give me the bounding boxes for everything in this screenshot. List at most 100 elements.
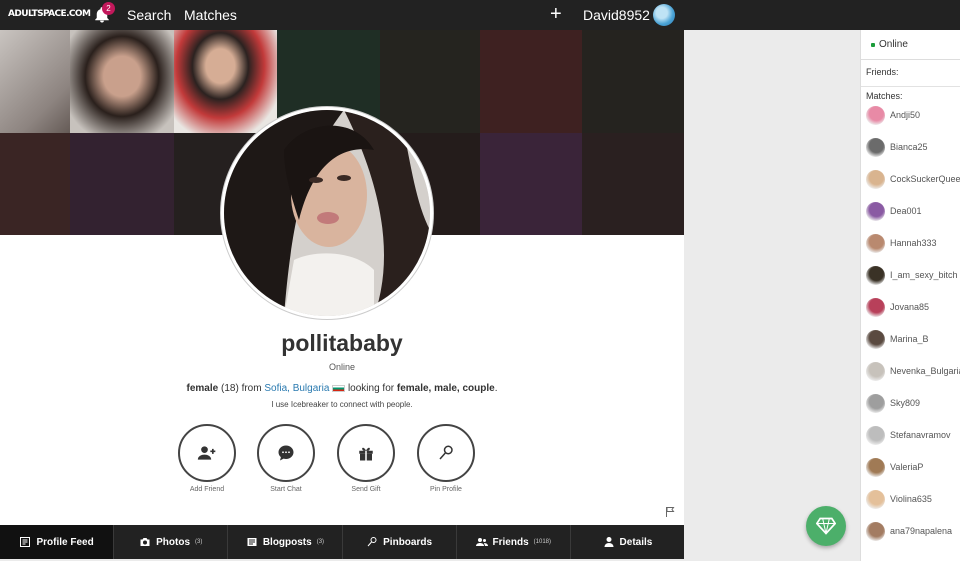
- friends-section-label: Friends:: [866, 67, 899, 77]
- match-avatar: [866, 137, 885, 157]
- match-avatar: [866, 489, 885, 509]
- pin-profile-button[interactable]: Pin Profile: [416, 424, 476, 493]
- person-icon: [604, 537, 614, 547]
- match-avatar: [866, 265, 885, 285]
- pin-icon: [367, 537, 377, 547]
- start-chat-button[interactable]: Start Chat: [256, 424, 316, 493]
- cover-tile: [582, 30, 684, 133]
- user-avatar[interactable]: [653, 4, 675, 26]
- match-item[interactable]: Stefanavramov: [866, 425, 951, 445]
- match-name: Jovana85: [890, 302, 930, 312]
- match-item[interactable]: Dea001: [866, 201, 922, 221]
- start-chat-label: Start Chat: [270, 486, 302, 493]
- match-avatar: [866, 425, 885, 445]
- match-avatar: [866, 361, 885, 381]
- tab-label: Friends: [492, 536, 529, 548]
- profile-status: Online: [328, 362, 355, 372]
- match-name: Marina_B: [890, 334, 929, 344]
- premium-button[interactable]: [806, 506, 846, 546]
- match-avatar: [866, 457, 885, 477]
- match-item[interactable]: ValeriaP: [866, 457, 923, 477]
- tab-count: (1018): [533, 539, 551, 545]
- match-name: ValeriaP: [890, 462, 924, 472]
- match-avatar: [866, 393, 885, 413]
- cover-tile: [480, 30, 583, 133]
- current-username[interactable]: David8952: [583, 7, 650, 23]
- cover-tile: [582, 133, 684, 235]
- cover-tile-photo: [174, 30, 277, 133]
- tab-blogposts[interactable]: Blogposts (3): [228, 525, 343, 559]
- profile-from: from: [241, 383, 262, 394]
- profile-looking-for-label: looking for: [347, 383, 395, 394]
- match-item[interactable]: Nevenka_Bulgaria: [866, 361, 960, 381]
- notification-badge: 2: [102, 2, 115, 15]
- tab-label: Details: [619, 536, 653, 548]
- match-avatar: [866, 521, 885, 541]
- profile-username: pollitababy: [281, 330, 403, 356]
- match-name: I_am_sexy_bitch: [890, 270, 958, 280]
- match-item[interactable]: Sky809: [866, 393, 920, 413]
- gift-icon: [359, 447, 373, 461]
- online-label: Online: [879, 39, 908, 50]
- cover-tile: [380, 30, 483, 133]
- tab-label: Blogposts: [262, 536, 312, 548]
- matches-link[interactable]: Matches: [184, 7, 237, 23]
- blog-icon: [247, 538, 257, 546]
- contacts-sidebar: Online Friends: Matches: Andji50 Bianca25…: [860, 30, 960, 561]
- pin-profile-label: Pin Profile: [430, 486, 462, 493]
- match-item[interactable]: ana79napalena: [866, 521, 952, 541]
- profile-tabs: Profile Feed Photos (3) Blogposts (3) Pi…: [0, 525, 684, 559]
- tab-profile-feed[interactable]: Profile Feed: [0, 525, 115, 559]
- add-friend-button[interactable]: Add Friend: [177, 424, 237, 493]
- match-item[interactable]: Hannah333: [866, 233, 937, 253]
- matches-section-label: Matches:: [861, 86, 960, 101]
- match-item[interactable]: Bianca25: [866, 137, 928, 157]
- match-avatar: [866, 201, 885, 221]
- bulgaria-flag-icon: [332, 384, 346, 392]
- site-logo[interactable]: ADULTSPACE.COM: [8, 9, 91, 19]
- profile-avatar[interactable]: [221, 107, 433, 319]
- match-name: Hannah333: [890, 238, 937, 248]
- tab-photos[interactable]: Photos (3): [114, 525, 229, 559]
- match-name: Dea001: [890, 206, 922, 216]
- tab-pinboards[interactable]: Pinboards: [343, 525, 457, 559]
- cover-tile: [70, 133, 174, 235]
- report-flag-icon[interactable]: [664, 506, 676, 518]
- add-friend-icon: [197, 446, 216, 460]
- profile-gender: female: [186, 383, 219, 394]
- pin-icon: [439, 445, 453, 460]
- match-name: Stefanavramov: [890, 430, 951, 440]
- tab-count: (3): [316, 539, 325, 545]
- match-avatar: [866, 297, 885, 317]
- match-item[interactable]: CockSuckerQueen: [866, 169, 960, 189]
- match-item[interactable]: Jovana85: [866, 297, 929, 317]
- match-name: CockSuckerQueen: [890, 174, 960, 184]
- match-name: ana79napalena: [890, 526, 953, 536]
- cover-tile: [0, 133, 70, 235]
- chat-icon: [278, 445, 294, 461]
- cover-tile-photo: [70, 30, 174, 133]
- tab-label: Profile Feed: [36, 536, 94, 548]
- friends-icon: [475, 538, 488, 546]
- match-item[interactable]: Violina635: [866, 489, 932, 509]
- match-avatar: [866, 233, 885, 253]
- cover-tile: [480, 133, 583, 235]
- diamond-icon: [816, 517, 836, 535]
- camera-icon: [140, 538, 150, 546]
- tab-count: (3): [195, 539, 203, 545]
- online-status-toggle[interactable]: Online: [861, 30, 960, 60]
- send-gift-button[interactable]: Send Gift: [336, 424, 396, 493]
- online-dot-icon: [871, 42, 875, 47]
- match-item[interactable]: Andji50: [866, 105, 920, 125]
- match-item[interactable]: I_am_sexy_bitch: [866, 265, 958, 285]
- match-name: Andji50: [890, 110, 921, 120]
- profile-age: (18): [220, 383, 239, 394]
- tab-label: Pinboards: [383, 536, 433, 548]
- plus-icon[interactable]: +: [550, 3, 562, 25]
- tab-details[interactable]: Details: [571, 525, 684, 559]
- match-item[interactable]: Marina_B: [866, 329, 929, 349]
- match-avatar: [866, 169, 885, 189]
- profile-location-link[interactable]: Sofia, Bulgaria: [264, 383, 329, 394]
- tab-friends[interactable]: Friends (1018): [457, 525, 571, 559]
- search-link[interactable]: Search: [127, 7, 171, 23]
